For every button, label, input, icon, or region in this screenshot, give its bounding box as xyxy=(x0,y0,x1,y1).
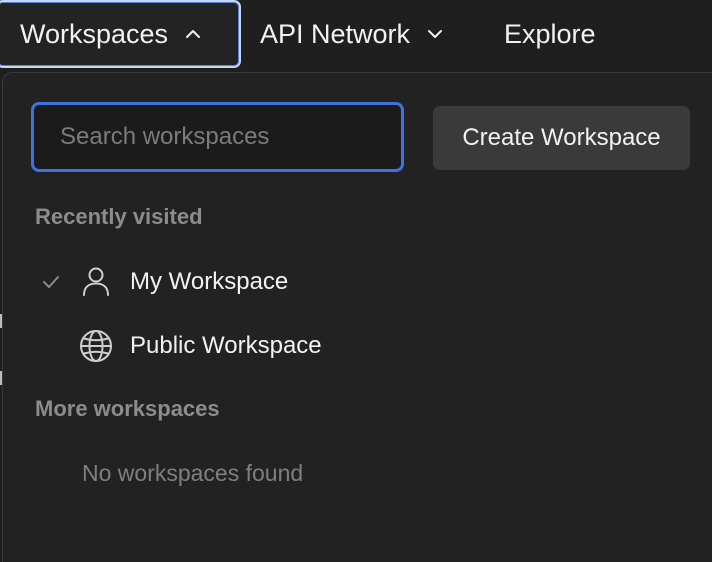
api-network-menu-label: API Network xyxy=(260,18,411,49)
chevron-up-icon xyxy=(184,25,202,43)
globe-icon xyxy=(78,328,114,364)
create-workspace-button[interactable]: Create Workspace xyxy=(433,106,690,170)
top-navigation-bar: Workspaces API Network Explore xyxy=(0,0,712,72)
person-icon xyxy=(78,264,114,300)
recently-visited-heading: Recently visited xyxy=(35,204,203,229)
workspace-item-label: Public Workspace xyxy=(130,332,322,359)
empty-state-message: No workspaces found xyxy=(82,460,304,486)
check-placeholder xyxy=(28,318,74,374)
explore-link-label: Explore xyxy=(504,18,596,49)
explore-link[interactable]: Explore xyxy=(504,0,596,68)
workspace-item-public-workspace[interactable]: Public Workspace xyxy=(28,318,668,374)
more-workspaces-heading: More workspaces xyxy=(35,396,220,421)
workspaces-menu-button[interactable]: Workspaces xyxy=(0,0,241,68)
search-workspaces-input[interactable] xyxy=(31,102,404,172)
workspace-item-label: My Workspace xyxy=(130,268,289,295)
workspace-item-my-workspace[interactable]: My Workspace xyxy=(28,254,668,310)
workspaces-menu-label: Workspaces xyxy=(20,18,169,49)
chevron-down-icon xyxy=(426,25,444,43)
check-icon xyxy=(28,254,74,310)
api-network-menu-button[interactable]: API Network xyxy=(260,0,444,68)
